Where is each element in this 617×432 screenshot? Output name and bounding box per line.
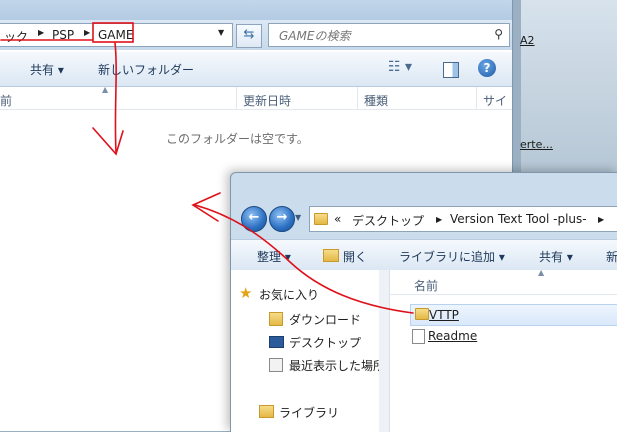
- search-field[interactable]: ⚲: [268, 23, 510, 47]
- file-name[interactable]: VTTP: [429, 308, 459, 322]
- toolbar: 整理 ▾ 開く ライブラリに追加 ▾ 共有 ▾ 新: [231, 239, 617, 271]
- column-divider[interactable]: [357, 87, 358, 109]
- search-icon[interactable]: ⚲: [494, 27, 503, 41]
- breadcrumb-game[interactable]: GAME: [98, 28, 133, 42]
- nav-favorites[interactable]: ★ お気に入り: [239, 284, 320, 303]
- file-row-vttp[interactable]: VTTP: [410, 304, 617, 326]
- breadcrumb-vttp[interactable]: Version Text Tool -plus-: [450, 212, 587, 226]
- preview-pane-icon[interactable]: [443, 62, 459, 78]
- empty-folder-message: このフォルダーは空です。: [166, 132, 309, 146]
- nav-libraries[interactable]: ライブラリ: [259, 404, 340, 421]
- column-header: 前 ▲ 更新日時 種類 サイ: [0, 85, 512, 110]
- back-button[interactable]: ←: [241, 206, 267, 232]
- refresh-button[interactable]: ⇆: [236, 24, 262, 48]
- file-name[interactable]: Readme: [428, 329, 477, 343]
- title-bar: [0, 0, 512, 20]
- file-row-readme[interactable]: Readme: [410, 326, 617, 346]
- sort-arrow-icon: ▲: [102, 85, 109, 94]
- new-folder-button[interactable]: 新しいフォルダー: [98, 61, 194, 78]
- desktop-item-a2[interactable]: A2: [520, 34, 535, 47]
- refresh-icon: ⇆: [243, 27, 255, 42]
- desktop-item-erte[interactable]: erte...: [520, 138, 553, 151]
- share-button[interactable]: 共有 ▾: [539, 248, 573, 265]
- nav-downloads[interactable]: ダウンロード: [269, 311, 362, 328]
- history-dropdown-icon[interactable]: ▼: [295, 213, 301, 222]
- nav-recent-places[interactable]: 最近表示した場所: [269, 357, 386, 374]
- libraries-icon: [259, 405, 274, 418]
- open-folder-icon: [323, 249, 339, 262]
- toolbar: 共有 ▾ 新しいフォルダー ☷ ▾ ?: [0, 52, 512, 87]
- nav-desktop-label: デスクトップ: [289, 336, 362, 350]
- breadcrumb-computer[interactable]: ック: [4, 28, 28, 45]
- star-icon: ★: [239, 284, 253, 302]
- column-divider[interactable]: [236, 87, 237, 109]
- navigation-scrollbar[interactable]: [379, 270, 390, 432]
- new-folder-button[interactable]: 新: [606, 248, 617, 265]
- navigation-pane: ★ お気に入り ダウンロード デスクトップ 最近表示した場所 ライブラリ: [231, 270, 385, 432]
- file-list: 名前 ▲ VTTP Readme: [390, 268, 617, 432]
- breadcrumb-desktop[interactable]: デスクトップ: [352, 212, 424, 229]
- desktop-icon: [269, 336, 284, 348]
- nav-downloads-label: ダウンロード: [289, 313, 362, 327]
- column-modified[interactable]: 更新日時: [243, 92, 291, 109]
- nav-recent-label: 最近表示した場所: [289, 359, 386, 373]
- chevron-down-icon[interactable]: ▼: [218, 28, 224, 37]
- chevron-right-icon[interactable]: ▶: [84, 28, 90, 37]
- forward-arrow-icon: →: [276, 210, 288, 225]
- document-icon: [412, 329, 425, 344]
- folder-icon: [415, 308, 429, 320]
- downloads-folder-icon: [269, 312, 283, 326]
- forward-button[interactable]: →: [269, 206, 295, 232]
- address-row: ック ▶ PSP ▶ GAME ▼ ⇆ ⚲: [0, 20, 512, 50]
- address-bar[interactable]: ック ▶ PSP ▶ GAME ▼: [0, 23, 233, 47]
- sort-arrow-icon: ▲: [538, 268, 545, 277]
- add-to-library-button[interactable]: ライブラリに追加 ▾: [399, 248, 505, 265]
- column-header: 名前 ▲: [390, 268, 617, 295]
- chevron-right-icon[interactable]: ▶: [38, 28, 44, 37]
- column-size[interactable]: サイ: [483, 92, 507, 109]
- folder-icon: [314, 213, 328, 225]
- organize-button[interactable]: 整理 ▾: [257, 248, 291, 265]
- column-type[interactable]: 種類: [364, 92, 388, 109]
- column-divider[interactable]: [476, 87, 477, 109]
- vttp-folder-window: ← → ▼ « デスクトップ ▶ Version Text Tool -plus…: [230, 172, 617, 432]
- nav-favorites-label: お気に入り: [259, 288, 320, 302]
- search-input[interactable]: [277, 26, 481, 46]
- column-name[interactable]: 名前: [414, 277, 438, 294]
- breadcrumb-psp[interactable]: PSP: [52, 28, 74, 42]
- column-name[interactable]: 前: [0, 92, 12, 109]
- address-bar[interactable]: « デスクトップ ▶ Version Text Tool -plus- ▶: [309, 206, 617, 232]
- help-icon[interactable]: ?: [478, 59, 496, 77]
- nav-libraries-label: ライブラリ: [279, 406, 340, 420]
- view-options-icon[interactable]: ☷ ▾: [388, 59, 412, 75]
- breadcrumb-overflow[interactable]: «: [334, 212, 341, 226]
- share-button[interactable]: 共有 ▾: [30, 61, 64, 78]
- open-label: 開く: [343, 250, 368, 264]
- chevron-right-icon[interactable]: ▶: [598, 215, 604, 224]
- recent-places-icon: [269, 358, 283, 372]
- back-arrow-icon: ←: [248, 210, 260, 225]
- open-button[interactable]: 開く: [323, 248, 367, 265]
- nav-desktop[interactable]: デスクトップ: [269, 334, 362, 351]
- chevron-right-icon[interactable]: ▶: [436, 215, 442, 224]
